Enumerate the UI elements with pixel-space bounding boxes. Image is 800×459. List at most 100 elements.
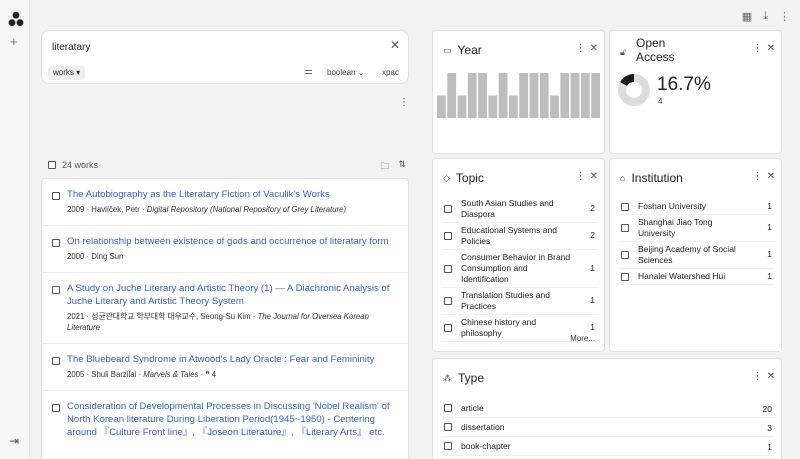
logout-icon[interactable]: ⇥ [9, 434, 19, 448]
filter-checkbox[interactable] [444, 423, 452, 431]
result-row[interactable]: On relationship between existence of god… [42, 226, 408, 273]
app-logo-icon[interactable] [8, 11, 24, 27]
year-bar[interactable] [570, 73, 580, 118]
filter-item[interactable]: book-chapter 1 [443, 437, 774, 456]
filter-checkbox[interactable] [444, 264, 452, 273]
filter-item[interactable]: South Asian Studies and Diaspora 2 [443, 196, 597, 223]
result-row[interactable]: Consideration of Developmental Processes… [42, 391, 408, 449]
result-byline: 2009 · Havlíček, Petr · [67, 205, 147, 214]
sort-icon[interactable]: ⇅ [398, 159, 406, 175]
result-row[interactable]: The Bluebeard Syndrome in Atwood's Lady … [42, 344, 408, 391]
result-checkbox[interactable] [52, 192, 60, 200]
filter-checkbox[interactable] [621, 272, 629, 281]
filter-count: 1 [767, 222, 772, 232]
year-bar[interactable] [467, 73, 477, 118]
result-title[interactable]: A Study on Juche Literary and Artistic T… [67, 282, 398, 308]
grid-icon[interactable]: ▦ [742, 10, 752, 23]
close-icon[interactable]: ✕ [590, 172, 598, 182]
filter-checkbox[interactable] [444, 442, 452, 450]
filter-label: dissertation [461, 422, 505, 432]
more-link[interactable]: More... [570, 334, 595, 343]
select-all-checkbox[interactable] [48, 161, 56, 169]
filter-label: article [461, 403, 484, 413]
filter-item[interactable]: dissertation 3 [443, 418, 774, 437]
year-bar[interactable] [519, 73, 529, 118]
year-bar[interactable] [539, 73, 549, 118]
filter-item[interactable]: Consumer Behavior in Brand Consumption a… [443, 250, 597, 288]
year-bar[interactable] [550, 95, 559, 119]
close-icon[interactable]: ✕ [590, 44, 598, 54]
result-checkbox[interactable] [52, 286, 60, 294]
year-bar[interactable] [580, 73, 590, 118]
result-title[interactable]: The Autobiography as the Literatary Fict… [67, 188, 398, 201]
filter-checkbox[interactable] [444, 232, 452, 240]
more-vert-icon[interactable]: ⋮ [753, 44, 763, 54]
filter-count: 2 [590, 203, 595, 213]
mode-label: boolean [327, 68, 356, 77]
year-bar[interactable] [488, 95, 498, 119]
result-title[interactable]: Consideration of Developmental Processes… [67, 400, 398, 439]
download-icon[interactable]: ⤓ [763, 10, 768, 23]
filter-checkbox[interactable] [444, 297, 452, 305]
result-source: Digital Repository (National Repository … [146, 205, 347, 214]
filter-item[interactable]: article 20 [443, 399, 774, 418]
entity-select[interactable]: works ▾ [48, 66, 86, 80]
result-meta: 2021 · 성균관대학교 학부대학 대우교수, Seong-Su Kim · … [67, 311, 398, 333]
filter-item[interactable]: Educational Systems and Policies 2 [443, 223, 597, 250]
result-row[interactable]: The Autobiography as the Literatary Fict… [42, 179, 408, 226]
result-byline: 2000 · Ding Sun [67, 252, 124, 261]
filter-checkbox[interactable] [621, 224, 629, 232]
search-input[interactable] [52, 39, 372, 55]
year-bar[interactable] [447, 73, 457, 118]
result-checkbox[interactable] [52, 239, 60, 247]
entity-label: works [53, 68, 74, 77]
more-vert-icon[interactable]: ⋮ [576, 172, 586, 182]
year-bar[interactable] [529, 73, 539, 118]
result-title[interactable]: The Bluebeard Syndrome in Atwood's Lady … [67, 353, 398, 366]
filter-item[interactable]: Foshan University 1 [620, 199, 774, 215]
year-histogram[interactable] [437, 68, 600, 118]
year-bar[interactable] [498, 73, 508, 118]
result-row[interactable]: A Study on Juche Literary and Artistic T… [42, 273, 408, 344]
topic-panel: ◇ Topic ⋮ ✕ South Asian Studies and Diaspo… [432, 158, 605, 352]
year-bar[interactable] [478, 73, 487, 118]
filter-checkbox[interactable] [444, 324, 452, 332]
filter-checkbox[interactable] [621, 251, 629, 259]
close-icon[interactable]: ✕ [767, 372, 775, 382]
folder-icon[interactable]: 🗀 [380, 159, 389, 175]
result-checkbox[interactable] [52, 404, 60, 412]
filter-count: 1 [590, 322, 595, 332]
filter-item[interactable]: Hanalei Watershed Hui 1 [620, 269, 774, 285]
add-icon[interactable]: + [10, 35, 18, 48]
filter-item[interactable]: Shanghai Jiao Tong University 1 [620, 215, 774, 242]
more-vert-icon[interactable]: ⋮ [576, 44, 586, 54]
clear-icon[interactable]: ✕ [390, 39, 400, 51]
year-bar[interactable] [591, 73, 600, 118]
year-bar[interactable] [437, 95, 446, 119]
year-bar[interactable] [560, 73, 570, 118]
mode-select[interactable]: boolean ⌄ [327, 68, 364, 77]
year-bar[interactable] [457, 95, 467, 119]
filter-checkbox[interactable] [444, 205, 452, 213]
more-vert-icon[interactable]: ⋮ [779, 10, 790, 23]
close-icon[interactable]: ✕ [767, 44, 775, 54]
close-icon[interactable]: ✕ [767, 172, 775, 182]
result-checkbox[interactable] [52, 357, 60, 365]
filter-item[interactable]: Translation Studies and Practices 1 [443, 288, 597, 315]
xpac-toggle[interactable]: xpac [382, 68, 399, 77]
open-access-donut[interactable] [617, 73, 651, 107]
year-bar[interactable] [508, 95, 518, 119]
result-meta: 2009 · Havlíček, Petr · Digital Reposito… [67, 204, 398, 215]
more-vert-icon[interactable]: ⋮ [753, 372, 763, 382]
filter-checkbox[interactable] [444, 404, 452, 412]
more-vert-icon[interactable]: ⋮ [399, 97, 409, 108]
filter-item[interactable]: Beijing Academy of Social Sciences 1 [620, 242, 774, 269]
filter-count: 3 [767, 423, 772, 433]
panel-title: Open Access [620, 36, 675, 64]
tune-icon[interactable]: ⚌ [304, 66, 313, 77]
more-vert-icon[interactable]: ⋮ [753, 172, 763, 182]
result-title[interactable]: On relationship between existence of god… [67, 235, 398, 248]
results-list: The Autobiography as the Literatary Fict… [41, 178, 409, 459]
filter-checkbox[interactable] [621, 202, 629, 211]
filter-label: Educational Systems and Policies [461, 225, 557, 246]
